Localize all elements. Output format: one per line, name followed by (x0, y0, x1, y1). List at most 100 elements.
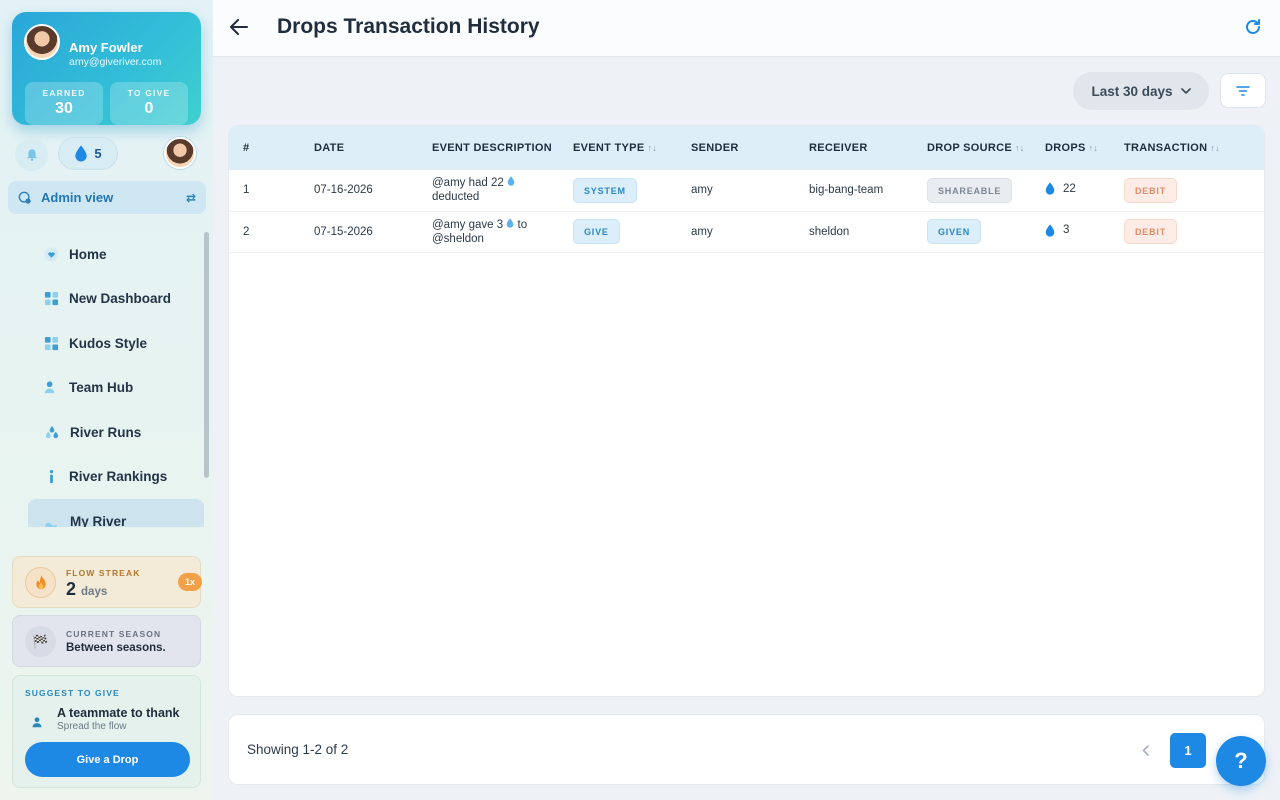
description-text: to (517, 218, 528, 231)
cell-receiver: big-bang-team (809, 170, 927, 212)
to-give-label: TO GIVE (127, 88, 171, 98)
user-avatar (24, 24, 60, 60)
filter-button[interactable] (1220, 73, 1266, 108)
nav-label: River Rankings (69, 469, 168, 485)
cell-drops: 22 (1045, 170, 1124, 212)
nav-item-my-river[interactable]: My River (28, 499, 204, 527)
arrow-left-icon (230, 19, 248, 35)
description-text: @amy gave 3 (432, 218, 504, 231)
flow-streak-value: 2 days (66, 579, 107, 600)
river-icon (45, 522, 57, 527)
earned-value: 30 (55, 100, 73, 117)
previous-page-button[interactable] (1137, 740, 1153, 760)
nav-label: My River (70, 513, 127, 527)
season-label: CURRENT SEASON (66, 629, 162, 639)
drop-source-badge: SHAREABLE (927, 177, 1013, 203)
dashboard-icon (44, 292, 59, 306)
page-title: Drops Transaction History (277, 15, 540, 38)
column-header-number: # (243, 142, 250, 154)
drop-icon (507, 176, 515, 186)
nav-item-home[interactable]: Home (28, 232, 204, 277)
flow-streak-label: FLOW STREAK (66, 568, 141, 578)
profile-card[interactable]: Amy Fowler amy@giveriver.com EARNED 30 T… (12, 12, 201, 125)
column-header-drops[interactable]: DROPS ↑↓ (1045, 126, 1124, 170)
cell-drops: 3 (1045, 211, 1124, 253)
streak-multiplier-badge: 1x (178, 573, 202, 591)
earned-stat: EARNED 30 (25, 82, 103, 125)
nav-item-river-rankings[interactable]: River Rankings (28, 455, 204, 500)
earned-label: EARNED (42, 88, 86, 98)
nav-scrollbar[interactable] (204, 232, 209, 478)
cell-date: 07-16-2026 (314, 170, 432, 212)
give-a-drop-button[interactable]: Give a Drop (25, 742, 190, 777)
column-header-event-description: EVENT DESCRIPTION (432, 142, 553, 154)
drop-icon (1045, 182, 1055, 195)
description-text: @sheldon (432, 232, 484, 245)
showing-count: Showing 1-2 of 2 (247, 742, 349, 757)
event-type-badge: SYSTEM (573, 177, 637, 203)
swap-icon: ⇄ (185, 190, 196, 205)
admin-view-toggle[interactable]: Admin view ⇄ (8, 181, 206, 214)
cell-receiver: sheldon (809, 211, 927, 253)
to-give-value: 0 (144, 100, 154, 117)
page-1-button[interactable]: 1 (1170, 733, 1206, 768)
sidebar: Amy Fowler amy@giveriver.com EARNED 30 T… (0, 0, 213, 800)
dashboard-icon (44, 336, 59, 350)
column-header-date: DATE (314, 142, 345, 154)
transactions-table-card: # DATE EVENT DESCRIPTION EVENT TYPE ↑↓ SE… (228, 125, 1265, 697)
cell-event-type: GIVE (573, 211, 691, 253)
nav-item-river-runs[interactable]: River Runs (28, 410, 204, 455)
cell-description: @amy had 22 deducted (432, 170, 573, 212)
sort-icon: ↑↓ (1015, 143, 1025, 153)
current-season-card: 🏁 CURRENT SEASON Between seasons. (12, 615, 201, 667)
pagination-bar: Showing 1-2 of 2 1 (228, 714, 1265, 785)
nav-item-new-dashboard[interactable]: New Dashboard (28, 277, 204, 322)
date-range-dropdown[interactable]: Last 30 days (1073, 72, 1209, 110)
column-header-label: DROPS (1045, 142, 1086, 154)
admin-view-label: Admin view (41, 190, 114, 205)
flow-streak-unit: days (81, 586, 108, 598)
cell-sender: amy (691, 170, 809, 212)
sort-icon: ↑↓ (1210, 143, 1220, 153)
flow-streak-card: FLOW STREAK 2 days 1x (12, 556, 202, 608)
chevron-down-icon (1180, 88, 1191, 94)
fire-icon (25, 567, 56, 598)
nav-label: Home (69, 246, 107, 262)
flow-streak-number: 2 (66, 579, 77, 599)
chevron-left-icon (1142, 744, 1149, 756)
profile-avatar-button[interactable] (164, 137, 196, 169)
back-button[interactable] (228, 16, 250, 38)
description-text: @amy had 22 (432, 177, 504, 190)
column-header-label: TRANSACTION (1124, 142, 1208, 154)
drop-icon (75, 145, 88, 162)
transaction-badge: DEBIT (1124, 219, 1177, 244)
date-range-value: Last 30 days (1091, 83, 1173, 99)
checkered-flag-icon: 🏁 (25, 626, 56, 657)
admin-icon (18, 191, 31, 204)
cell-number: 1 (229, 170, 314, 212)
column-header-drop-source[interactable]: DROP SOURCE ↑↓ (927, 126, 1045, 170)
help-button[interactable]: ? (1216, 736, 1266, 786)
bell-icon (26, 148, 37, 161)
column-header-transaction[interactable]: TRANSACTION ↑↓ (1124, 126, 1264, 170)
cell-event-type: SYSTEM (573, 170, 691, 212)
table-row: 1 07-16-2026 @amy had 22 deducted SYSTEM… (229, 170, 1264, 212)
user-name: Amy Fowler (69, 40, 143, 55)
main-nav: Home New Dashboard Kudos Style Team Hub … (28, 232, 204, 527)
cell-drop-source: SHAREABLE (927, 170, 1045, 212)
nav-item-team-hub[interactable]: Team Hub (28, 366, 204, 411)
column-header-sender: SENDER (691, 142, 739, 154)
column-header-event-type[interactable]: EVENT TYPE ↑↓ (573, 126, 691, 170)
suggest-subtitle: Spread the flow (57, 721, 127, 732)
to-give-stat: TO GIVE 0 (110, 82, 188, 125)
refresh-button[interactable] (1244, 18, 1264, 38)
nav-label: Kudos Style (69, 335, 148, 351)
suggest-label: SUGGEST TO GIVE (25, 688, 120, 698)
refresh-icon (1246, 19, 1260, 34)
suggest-to-give-card: SUGGEST TO GIVE A teammate to thank Spre… (12, 675, 201, 788)
cell-description: @amy gave 3 to @sheldon (432, 211, 573, 253)
nav-item-kudos-style[interactable]: Kudos Style (28, 321, 204, 366)
notifications-button[interactable] (15, 138, 48, 171)
cell-number: 2 (229, 211, 314, 253)
drops-balance-pill[interactable]: 5 (58, 137, 118, 170)
